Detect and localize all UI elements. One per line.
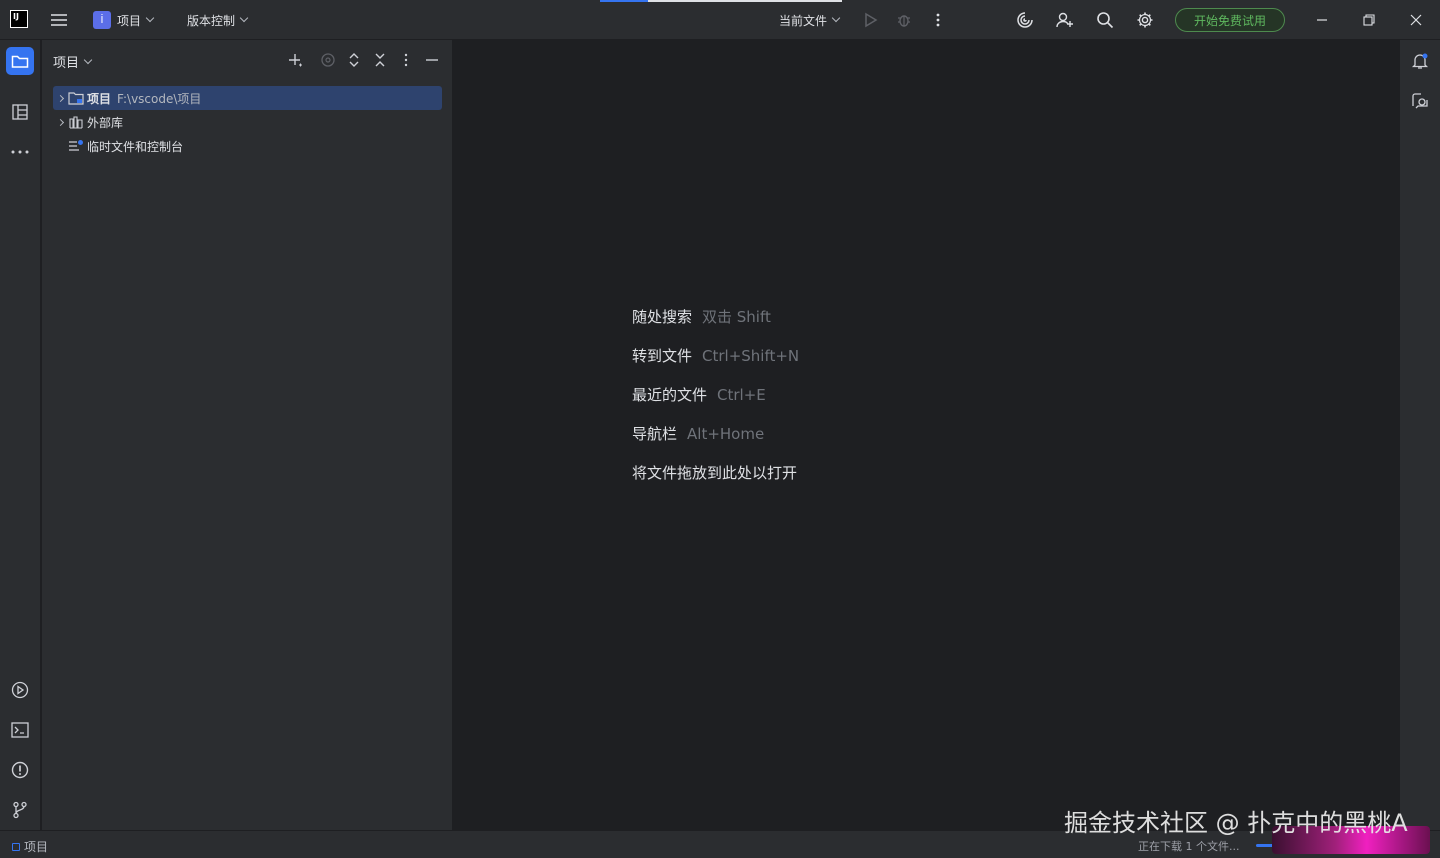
- hint-drop-files: 将文件拖放到此处以打开: [632, 462, 797, 483]
- services-run-icon[interactable]: [6, 676, 34, 704]
- hint-action: 转到文件: [632, 347, 693, 365]
- hint-action: 随处搜索: [632, 308, 693, 326]
- tree-item-path: F:\vscode\项目: [117, 91, 202, 106]
- notifications-bell-icon[interactable]: [1406, 47, 1434, 75]
- collapse-all-icon[interactable]: [371, 51, 389, 69]
- hint-recent-files: 最近的文件 Ctrl+E: [632, 384, 766, 405]
- status-breadcrumb[interactable]: 项目: [12, 838, 48, 855]
- hint-shortcut: 双击 Shift: [702, 308, 771, 326]
- run-config-selector[interactable]: 当前文件: [779, 0, 841, 40]
- project-tool-window: 项目 项目 F:\vscode\项目 外部库 临时文件和控制台: [42, 40, 453, 830]
- tree-item-project-root[interactable]: 项目 F:\vscode\项目: [53, 86, 442, 110]
- right-tool-window-bar: [1399, 40, 1440, 830]
- chevron-down-icon: [83, 55, 93, 64]
- project-view-selector[interactable]: 项目: [53, 52, 93, 71]
- hint-goto-file: 转到文件 Ctrl+Shift+N: [632, 345, 799, 366]
- search-icon[interactable]: [1095, 10, 1115, 30]
- module-square-icon: [12, 842, 20, 851]
- ai-chat-icon[interactable]: [1406, 87, 1434, 115]
- hint-navigation-bar: 导航栏 Alt+Home: [632, 423, 764, 444]
- minimize-window-button[interactable]: [1299, 0, 1345, 40]
- module-folder-icon: [67, 91, 85, 105]
- hint-shortcut: Ctrl+E: [717, 386, 766, 404]
- ai-assistant-icon[interactable]: [1015, 10, 1035, 30]
- debug-icon[interactable]: [894, 10, 914, 30]
- tree-item-label: 临时文件和控制台: [87, 139, 184, 154]
- project-badge: İ: [93, 11, 111, 29]
- hint-shortcut: Ctrl+Shift+N: [702, 347, 800, 365]
- expand-arrow-icon[interactable]: [53, 94, 67, 102]
- locate-file-icon[interactable]: [319, 51, 337, 69]
- problems-icon[interactable]: [6, 756, 34, 784]
- left-tool-window-bar: [0, 40, 41, 830]
- hint-action: 导航栏: [632, 425, 678, 443]
- terminal-icon[interactable]: [6, 716, 34, 744]
- hint-action: 将文件拖放到此处以打开: [632, 464, 798, 482]
- panel-options-icon[interactable]: [397, 51, 415, 69]
- chevron-down-icon: [831, 13, 841, 23]
- chevron-down-icon: [239, 13, 249, 23]
- library-icon: [67, 115, 85, 129]
- editor-empty-area[interactable]: 随处搜索 双击 Shift 转到文件 Ctrl+Shift+N 最近的文件 Ctrl+…: [454, 40, 1398, 830]
- start-free-trial-button[interactable]: 开始免费试用: [1175, 8, 1285, 32]
- status-project-label: 项目: [24, 840, 49, 854]
- more-actions-icon[interactable]: [928, 10, 948, 30]
- project-panel-header: 项目: [42, 40, 453, 80]
- main-menu-icon[interactable]: [49, 10, 69, 30]
- vcs-menu-button[interactable]: 版本控制: [187, 0, 249, 40]
- run-icon[interactable]: [861, 10, 881, 30]
- tree-item-label: 外部库: [87, 115, 124, 130]
- download-status-text[interactable]: 正在下载 1 个文件...: [1138, 838, 1239, 854]
- settings-gear-icon[interactable]: [1135, 10, 1155, 30]
- project-folder-icon[interactable]: [6, 47, 34, 75]
- hint-shortcut: Alt+Home: [687, 425, 765, 443]
- add-user-icon[interactable]: [1055, 10, 1075, 30]
- tree-item-label: 项目: [87, 91, 112, 106]
- close-window-button[interactable]: [1393, 0, 1439, 40]
- watermark-text: 掘金技术社区 @ 扑克中的黑桃A: [1064, 809, 1408, 837]
- git-branch-icon[interactable]: [6, 796, 34, 824]
- intellij-logo-icon[interactable]: [10, 10, 28, 28]
- title-bar: İ 项目 版本控制 当前文件 开始免费试用: [0, 0, 1440, 40]
- hide-panel-icon[interactable]: [423, 51, 441, 69]
- tree-item-scratches[interactable]: 临时文件和控制台: [53, 134, 442, 158]
- scratches-console-icon: [67, 139, 85, 153]
- project-panel-title: 项目: [53, 56, 80, 71]
- tree-item-external-libraries[interactable]: 外部库: [53, 110, 442, 134]
- structure-icon[interactable]: [6, 98, 34, 126]
- project-menu-button[interactable]: İ 项目: [93, 0, 155, 40]
- chevron-down-icon: [145, 13, 155, 23]
- hint-action: 最近的文件: [632, 386, 708, 404]
- vcs-menu-label: 版本控制: [187, 13, 236, 28]
- expand-arrow-icon[interactable]: [53, 118, 67, 126]
- hint-search-everywhere: 随处搜索 双击 Shift: [632, 306, 771, 327]
- expand-all-icon[interactable]: [345, 51, 363, 69]
- project-menu-label: 项目: [117, 13, 142, 28]
- restore-window-button[interactable]: [1346, 0, 1392, 40]
- more-tool-windows-icon[interactable]: [6, 138, 34, 166]
- run-config-label: 当前文件: [779, 13, 828, 28]
- new-file-icon[interactable]: [286, 51, 304, 69]
